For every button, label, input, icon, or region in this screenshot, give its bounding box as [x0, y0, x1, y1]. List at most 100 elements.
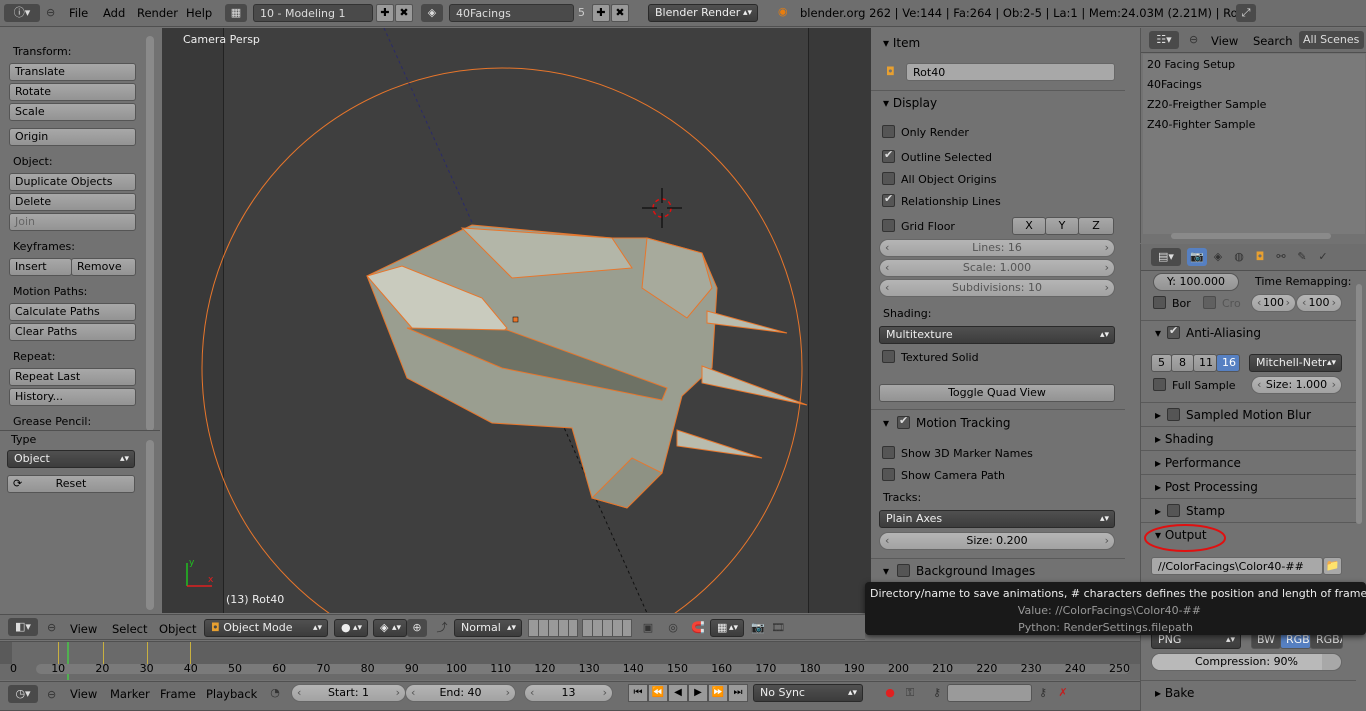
snap-icon[interactable]: 🧲 [688, 619, 708, 637]
anti-aliasing-header[interactable]: ▾ [1155, 326, 1161, 340]
remove-screen-icon[interactable]: ✖ [395, 4, 413, 22]
object-tab-icon[interactable]: ◘ [1250, 248, 1270, 266]
view3d-object-menu[interactable]: Object [159, 622, 196, 636]
stamp-checkbox[interactable] [1167, 504, 1180, 517]
sampled-motion-blur-header[interactable]: ▸ [1155, 408, 1161, 422]
show-marker-names-checkbox[interactable] [882, 446, 895, 459]
opengl-anim-icon[interactable]: 🎞 [768, 619, 788, 637]
viewport-shading-dropdown[interactable]: ● ▴▾ [334, 619, 368, 637]
grid-floor-checkbox[interactable] [882, 219, 895, 232]
outliner-item[interactable]: 20 Facing Setup [1147, 58, 1235, 71]
outliner-view-menu[interactable]: View [1211, 34, 1238, 48]
menu-render[interactable]: Render [137, 6, 178, 20]
remove-keyframe-button[interactable]: Remove [71, 258, 136, 276]
anti-aliasing-checkbox[interactable] [1167, 324, 1180, 339]
reset-button[interactable]: ⟳ Reset [7, 475, 135, 493]
full-sample-checkbox[interactable] [1153, 378, 1166, 391]
time-remap-new-field[interactable]: 100 [1296, 294, 1342, 312]
opengl-render-icon[interactable]: 📷 [748, 619, 768, 637]
view3d-view-menu[interactable]: View [70, 622, 97, 636]
render-engine-dropdown[interactable]: Blender Render ▴▾ [648, 4, 758, 22]
view3d-editor-icon[interactable]: ◧▾ [8, 618, 38, 636]
start-frame-field[interactable]: Start: 1 [291, 684, 406, 702]
output-path-field[interactable]: //ColorFacings\Color40-## [1151, 557, 1323, 575]
scene-field[interactable]: 40Facings [449, 4, 574, 22]
all-scenes-dropdown[interactable]: All Scenes [1299, 31, 1364, 49]
fullscreen-icon[interactable]: ⤢ [1236, 4, 1256, 22]
keying-set-field[interactable] [947, 684, 1032, 702]
play-icon[interactable]: ▶ [688, 684, 708, 702]
tracks-dropdown[interactable]: Plain Axes ▴▾ [879, 510, 1115, 528]
history-button[interactable]: History... [9, 388, 136, 406]
render-tab-icon[interactable]: 📷 [1187, 248, 1207, 266]
timeline-marker-menu[interactable]: Marker [110, 687, 150, 701]
collapse-menu-icon[interactable]: ⊖ [46, 6, 55, 19]
view3d-collapse-icon[interactable]: ⊖ [47, 621, 56, 634]
display-header[interactable]: ▾ Display [883, 96, 937, 110]
stamp-header[interactable]: ▸ [1155, 504, 1161, 518]
aa-filter-dropdown[interactable]: Mitchell-Netr ▴▾ [1249, 354, 1342, 372]
lock-layers-icon[interactable]: ▣ [638, 619, 658, 637]
aa-samples-11[interactable]: 11 [1193, 354, 1217, 372]
layers-grid-1[interactable] [528, 619, 578, 637]
keying-set-icon[interactable]: ⚷ [927, 684, 947, 702]
play-reverse-icon[interactable]: ◀ [668, 684, 688, 702]
add-screen-icon[interactable]: ✚ [376, 4, 394, 22]
orientation-dropdown[interactable]: Normal ▴▾ [454, 619, 522, 637]
modifiers-tab-icon[interactable]: ✎ [1292, 248, 1312, 266]
clear-paths-button[interactable]: Clear Paths [9, 323, 136, 341]
jump-key-back-icon[interactable]: ⏪ [648, 684, 668, 702]
sync-dropdown[interactable]: No Sync ▴▾ [753, 684, 863, 702]
all-origins-checkbox[interactable] [882, 172, 895, 185]
calculate-paths-button[interactable]: Calculate Paths [9, 303, 136, 321]
timeline-collapse-icon[interactable]: ⊖ [47, 688, 56, 701]
border-checkbox[interactable] [1153, 296, 1166, 309]
snap-element-dropdown[interactable]: ▦ ▴▾ [710, 619, 744, 637]
join-button[interactable]: Join [9, 213, 136, 231]
mode-dropdown[interactable]: ◘ Object Mode ▴▾ [204, 619, 328, 637]
aa-samples-8[interactable]: 8 [1171, 354, 1194, 372]
textured-solid-checkbox[interactable] [882, 350, 895, 363]
current-frame-field[interactable]: 13 [524, 684, 613, 702]
shading-dropdown[interactable]: Multitexture ▴▾ [879, 326, 1115, 344]
operator-scrollbar[interactable] [146, 440, 154, 610]
axis-z-toggle[interactable]: Z [1078, 217, 1114, 235]
info-editor-button[interactable]: ⓘ▾ [4, 4, 40, 22]
background-images-checkbox[interactable] [897, 564, 910, 577]
scene-icon[interactable]: ◈ [421, 4, 443, 22]
keying-icon[interactable]: ⚿ [900, 684, 920, 702]
relationship-lines-checkbox[interactable] [882, 192, 895, 207]
type-dropdown[interactable]: Object ▴▾ [7, 450, 135, 468]
render-props-scrollbar[interactable] [1356, 284, 1362, 524]
add-scene-icon[interactable]: ✚ [592, 4, 610, 22]
origin-button[interactable]: Origin [9, 128, 136, 146]
bake-header[interactable]: ▸ Bake [1155, 686, 1194, 700]
outliner-search-menu[interactable]: Search [1253, 34, 1293, 48]
item-name-field[interactable]: Rot40 [906, 63, 1115, 81]
compression-slider[interactable]: Compression: 90% [1151, 653, 1342, 671]
end-frame-field[interactable]: End: 40 [405, 684, 516, 702]
duplicate-objects-button[interactable]: Duplicate Objects [9, 173, 136, 191]
properties-editor-icon[interactable]: ▤▾ [1151, 248, 1181, 266]
manipulator-icon[interactable]: ⊕ [407, 619, 427, 637]
jump-end-icon[interactable]: ⏭ [728, 684, 748, 702]
pivot-dropdown[interactable]: ◈ ▴▾ [373, 619, 407, 637]
file-browser-icon[interactable]: 📁 [1323, 557, 1342, 575]
aa-samples-5[interactable]: 5 [1151, 354, 1172, 372]
performance-header[interactable]: ▸ Performance [1155, 456, 1241, 470]
translate-button[interactable]: Translate [9, 63, 136, 81]
aa-size-field[interactable]: Size: 1.000 [1251, 376, 1342, 394]
show-camera-path-checkbox[interactable] [882, 468, 895, 481]
view3d-select-menu[interactable]: Select [112, 622, 147, 636]
jump-start-icon[interactable]: ⏮ [628, 684, 648, 702]
menu-help[interactable]: Help [186, 6, 212, 20]
axis-x-toggle[interactable]: X [1012, 217, 1046, 235]
background-images-header[interactable]: ▾ [883, 564, 889, 578]
layers-grid-2[interactable] [582, 619, 632, 637]
outliner-editor-icon[interactable]: ☷▾ [1149, 31, 1179, 49]
grid-lines-field[interactable]: Lines: 16 [879, 239, 1115, 257]
preview-range-icon[interactable]: ◔ [265, 684, 285, 702]
rotate-button[interactable]: Rotate [9, 83, 136, 101]
only-render-checkbox[interactable] [882, 125, 895, 138]
insert-keyframe-icon[interactable]: ⚷ [1033, 684, 1053, 702]
